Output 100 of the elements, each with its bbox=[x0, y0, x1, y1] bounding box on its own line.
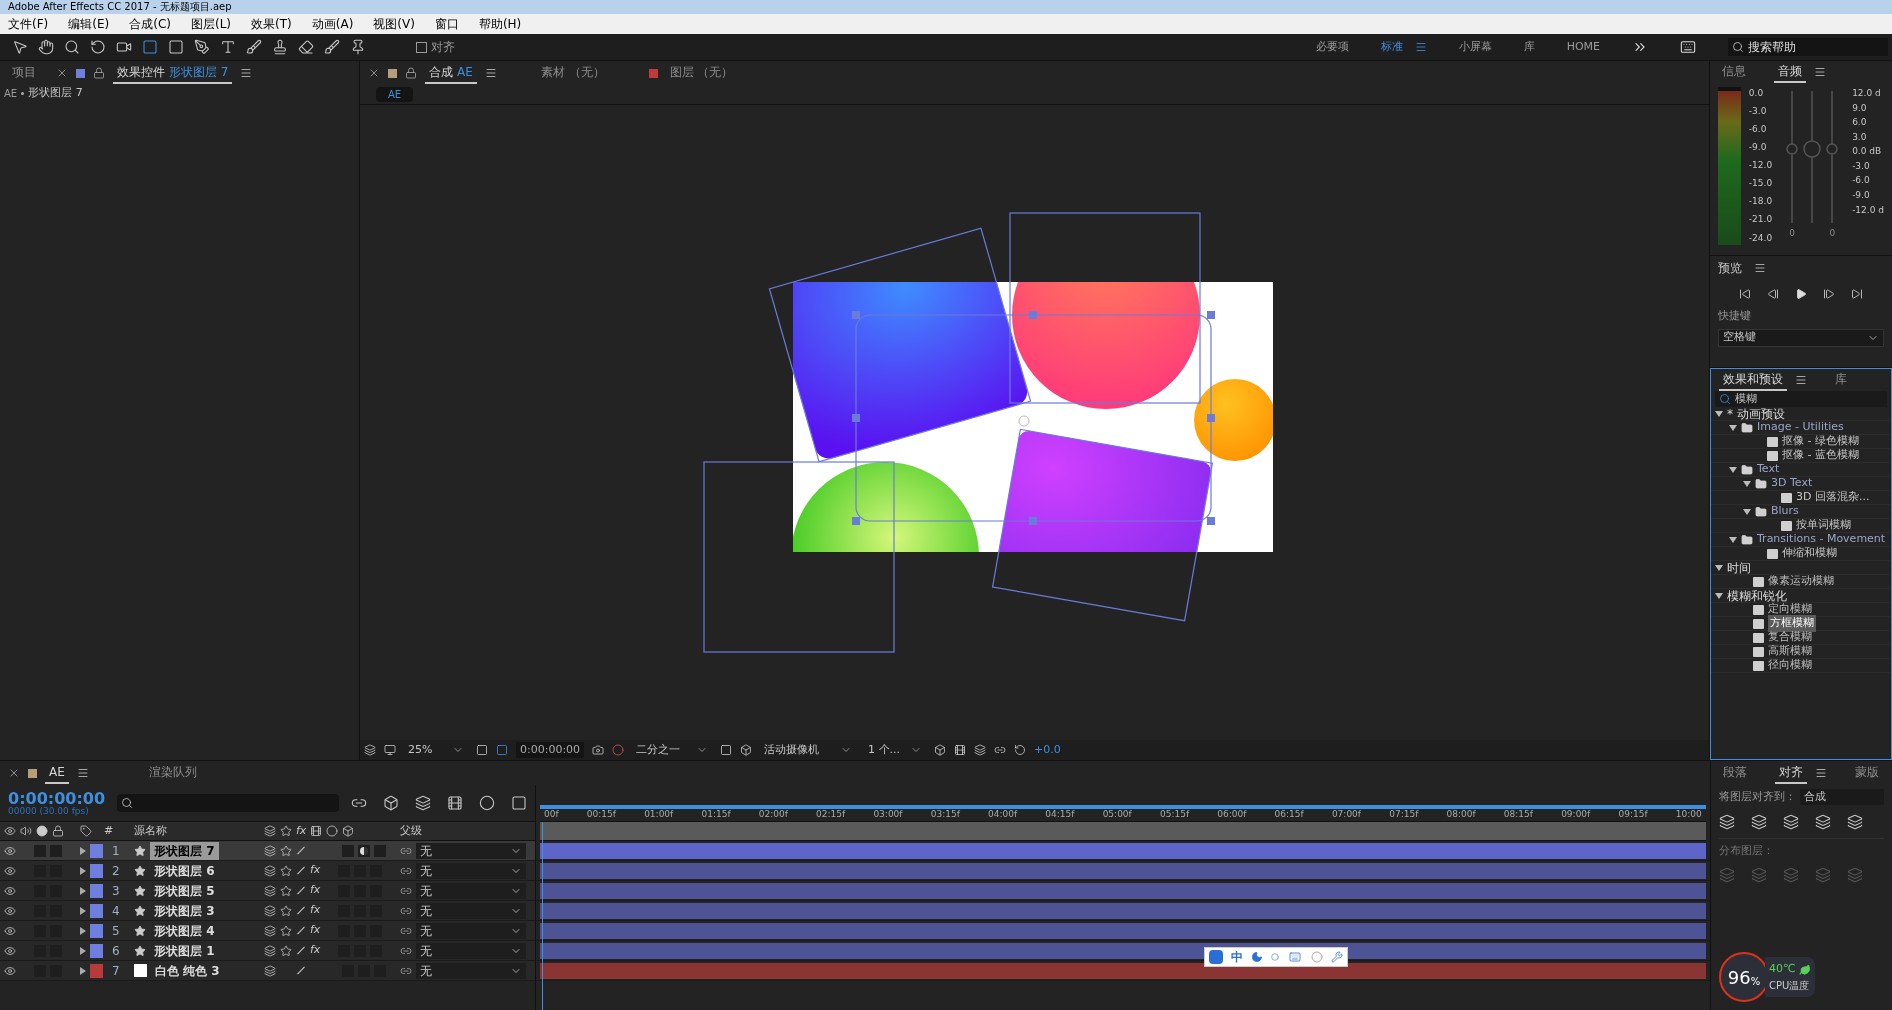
tree-item[interactable]: 抠像 - 绿色模糊 bbox=[1711, 435, 1891, 449]
close-icon[interactable] bbox=[368, 67, 380, 79]
tree-item[interactable]: 3D Text bbox=[1711, 477, 1891, 491]
layer-name[interactable]: 形状图层 6 bbox=[150, 861, 219, 880]
panel-tab[interactable]: 合成 AE bbox=[425, 62, 477, 84]
zoom-select[interactable]: 25% bbox=[404, 742, 468, 758]
visibility-icon[interactable] bbox=[4, 964, 16, 977]
next-frame-icon[interactable] bbox=[1823, 288, 1835, 300]
effects-search-field[interactable]: 模糊 bbox=[1715, 391, 1887, 407]
visibility-icon[interactable] bbox=[4, 884, 16, 897]
effects-switch[interactable]: fx bbox=[310, 922, 321, 939]
eraser-tool-icon[interactable] bbox=[298, 39, 314, 55]
zoom-tool-icon[interactable] bbox=[64, 39, 80, 55]
panel-menu-icon[interactable] bbox=[1795, 374, 1807, 386]
comp-chip[interactable]: AE bbox=[376, 87, 414, 102]
label-color-swatch[interactable] bbox=[90, 943, 103, 958]
camera-select[interactable]: 活动摄像机 bbox=[760, 742, 857, 758]
layer-name[interactable]: 形状图层 4 bbox=[150, 921, 219, 940]
panel-tab[interactable]: 素材 （无） bbox=[536, 62, 609, 84]
tree-item[interactable]: 高斯模糊 bbox=[1711, 645, 1891, 659]
layer-row[interactable]: 3 形状图层 5 fx 无 bbox=[0, 881, 535, 901]
panel-menu-icon[interactable] bbox=[484, 67, 497, 79]
layer-row[interactable]: 4 形状图层 3 fx 无 bbox=[0, 901, 535, 921]
layer-search-field[interactable] bbox=[117, 794, 339, 812]
rectangle-tool-icon[interactable] bbox=[168, 39, 184, 55]
snapshot-icon[interactable] bbox=[592, 744, 605, 756]
tree-item[interactable]: 方框模糊 bbox=[1711, 617, 1891, 631]
close-icon[interactable] bbox=[56, 67, 68, 79]
label-color-swatch[interactable] bbox=[90, 923, 103, 938]
text-tool-icon[interactable] bbox=[220, 39, 236, 55]
exposure-value[interactable]: +0.0 bbox=[1034, 741, 1061, 759]
visibility-icon[interactable] bbox=[4, 844, 16, 857]
timecode-field[interactable]: 0:00:00:00 bbox=[516, 741, 585, 759]
tree-item[interactable]: Blurs bbox=[1711, 505, 1891, 519]
tree-item[interactable]: 时间 bbox=[1711, 561, 1891, 575]
parent-select[interactable]: 无 bbox=[416, 882, 526, 899]
label-color-swatch[interactable] bbox=[90, 863, 103, 878]
close-icon[interactable] bbox=[8, 767, 20, 779]
lock-icon[interactable] bbox=[93, 67, 105, 79]
draft-3d-icon[interactable] bbox=[383, 795, 399, 811]
menu-item[interactable]: 效果(T) bbox=[247, 15, 296, 33]
panel-menu-icon[interactable] bbox=[1815, 767, 1827, 779]
disclosure-icon[interactable] bbox=[1715, 564, 1723, 571]
menu-item[interactable]: 编辑(E) bbox=[64, 15, 114, 33]
panel-tab[interactable]: AE bbox=[45, 762, 69, 784]
label-color-swatch[interactable] bbox=[90, 843, 103, 858]
parent-select[interactable]: 无 bbox=[416, 962, 526, 979]
rotate-tool-icon[interactable] bbox=[90, 39, 106, 55]
layer-row[interactable]: 1 形状图层 7 无 bbox=[0, 841, 535, 861]
switch-box[interactable] bbox=[374, 844, 386, 857]
panel-menu-icon[interactable] bbox=[1814, 66, 1826, 78]
panel-menu-icon[interactable] bbox=[76, 767, 89, 779]
align-to-select[interactable]: 合成 bbox=[1800, 789, 1884, 806]
adjustment-switch[interactable] bbox=[358, 844, 370, 857]
switch-box[interactable] bbox=[50, 844, 62, 857]
effects-switch[interactable]: fx bbox=[310, 942, 321, 959]
help-search-field[interactable]: 搜索帮助 bbox=[1728, 38, 1888, 56]
tree-item[interactable]: 3D 回落混杂... bbox=[1711, 491, 1891, 505]
panel-tab[interactable]: 库 bbox=[1831, 369, 1851, 391]
pen-tool-icon[interactable] bbox=[194, 39, 210, 55]
wrench-icon[interactable] bbox=[1331, 951, 1343, 963]
panel-tab[interactable]: 蒙版 bbox=[1851, 762, 1883, 784]
work-area-bar[interactable] bbox=[540, 821, 1706, 841]
layer-name[interactable]: 形状图层 3 bbox=[150, 901, 219, 920]
tree-item[interactable]: * 动画预设 bbox=[1711, 407, 1891, 421]
workspace-tab[interactable]: 必要项 bbox=[1315, 38, 1349, 56]
previous-frame-icon[interactable] bbox=[1767, 288, 1779, 300]
tree-item[interactable]: Text bbox=[1711, 463, 1891, 477]
tree-item[interactable]: 像素运动模糊 bbox=[1711, 575, 1891, 589]
tree-item[interactable]: Image - Utilities bbox=[1711, 421, 1891, 435]
hand-tool-icon[interactable] bbox=[38, 39, 54, 55]
camera-tool-icon[interactable] bbox=[116, 39, 132, 55]
panel-menu-icon[interactable] bbox=[240, 67, 253, 79]
menu-item[interactable]: 视图(V) bbox=[369, 15, 419, 33]
views-select[interactable]: 1 个... bbox=[864, 742, 927, 758]
visibility-icon[interactable] bbox=[4, 904, 16, 917]
menu-item[interactable]: 文件(F) bbox=[4, 15, 53, 33]
parent-select[interactable]: 无 bbox=[416, 902, 526, 919]
label-color-swatch[interactable] bbox=[90, 963, 103, 978]
moon-icon[interactable] bbox=[1251, 951, 1263, 963]
workspace-tab[interactable]: 标准 bbox=[1380, 38, 1427, 56]
tree-item[interactable]: 模糊和锐化 bbox=[1711, 589, 1891, 603]
workspace-menu-icon[interactable] bbox=[1414, 41, 1427, 53]
stamp-tool-icon[interactable] bbox=[272, 39, 288, 55]
effects-switch[interactable]: fx bbox=[310, 902, 321, 919]
disclosure-icon[interactable] bbox=[1715, 592, 1723, 599]
panel-tab[interactable]: 段落 bbox=[1719, 762, 1751, 784]
shortcut-select[interactable]: 空格键 bbox=[1718, 328, 1884, 347]
input-mode-toggle[interactable]: 中 bbox=[1231, 948, 1243, 966]
tree-item[interactable]: 伸缩和模糊 bbox=[1711, 547, 1891, 561]
roto-brush-icon[interactable] bbox=[324, 39, 340, 55]
tree-item[interactable]: 径向模糊 bbox=[1711, 659, 1891, 673]
panel-tab[interactable]: 对齐 bbox=[1775, 762, 1807, 784]
workspace-tab[interactable]: HOME bbox=[1566, 38, 1600, 56]
effects-switch[interactable]: fx bbox=[310, 862, 321, 879]
effects-switch[interactable]: fx bbox=[310, 882, 321, 899]
label-color-swatch[interactable] bbox=[90, 903, 103, 918]
menu-item[interactable]: 帮助(H) bbox=[474, 15, 526, 33]
first-frame-icon[interactable] bbox=[1739, 288, 1751, 300]
help-search-input[interactable]: 搜索帮助 bbox=[1748, 38, 1878, 56]
